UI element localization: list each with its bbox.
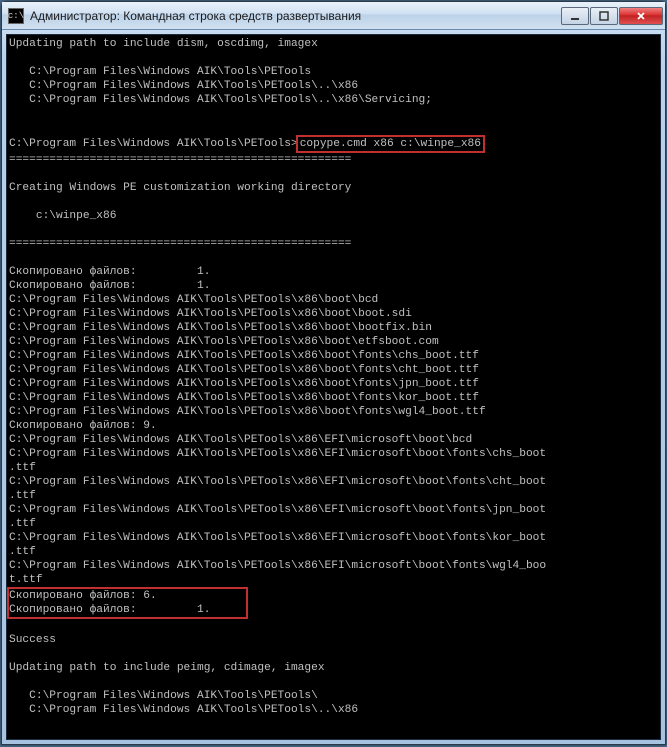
output-line: Скопировано файлов: 1. [9, 280, 210, 292]
output-line: C:\Program Files\Windows AIK\Tools\PEToo… [9, 308, 412, 320]
output-line: C:\Program Files\Windows AIK\Tools\PEToo… [9, 392, 479, 404]
close-button[interactable] [619, 7, 663, 25]
output-line: C:\Program Files\Windows AIK\Tools\PEToo… [9, 378, 479, 390]
output-line: C:\Program Files\Windows AIK\Tools\PEToo… [9, 434, 472, 446]
highlighted-copy-result: Скопировано файлов: 6. Скопировано файло… [7, 587, 248, 619]
output-line: C:\Program Files\Windows AIK\Tools\PEToo… [9, 504, 546, 516]
close-icon [636, 11, 646, 21]
terminal-output: Updating path to include dism, oscdimg, … [7, 35, 660, 740]
output-line: C:\Program Files\Windows AIK\Tools\PEToo… [9, 532, 546, 544]
output-line: ========================================… [9, 154, 351, 166]
minimize-icon [570, 11, 580, 21]
terminal-area[interactable]: Updating path to include dism, oscdimg, … [6, 34, 661, 740]
output-line: C:\Program Files\Windows AIK\Tools\PEToo… [9, 364, 479, 376]
output-line: Скопировано файлов: 6. [9, 590, 244, 602]
output-line: Updating path to include peimg, cdimage,… [9, 662, 325, 674]
output-line: C:\Program Files\Windows AIK\Tools\PEToo… [9, 560, 546, 572]
output-line: ========================================… [9, 238, 351, 250]
output-line: t.ttf [9, 574, 43, 586]
output-line: Success [9, 634, 56, 646]
output-line: C:\Program Files\Windows AIK\Tools\PEToo… [9, 294, 378, 306]
output-line: Updating path to include dism, oscdimg, … [9, 38, 318, 50]
maximize-icon [599, 11, 609, 21]
output-line: C:\Program Files\Windows AIK\Tools\PEToo… [9, 66, 311, 78]
output-line: Creating Windows PE customization workin… [9, 182, 351, 194]
output-line: C:\Program Files\Windows AIK\Tools\PEToo… [9, 80, 358, 92]
output-line: C:\Program Files\Windows AIK\Tools\PEToo… [9, 704, 358, 716]
titlebar[interactable]: c:\ Администратор: Командная строка сред… [2, 2, 665, 30]
command-prompt-window: c:\ Администратор: Командная строка сред… [1, 1, 666, 745]
maximize-button[interactable] [590, 7, 618, 25]
output-line: C:\Program Files\Windows AIK\Tools\PEToo… [9, 690, 318, 702]
prompt-path: C:\Program Files\Windows AIK\Tools\PEToo… [9, 138, 298, 150]
output-line: Скопировано файлов: 1. [9, 266, 210, 278]
output-line: C:\Program Files\Windows AIK\Tools\PEToo… [9, 476, 546, 488]
highlighted-command: copype.cmd x86 c:\winpe_x86 [296, 135, 485, 153]
output-line: C:\Program Files\Windows AIK\Tools\PEToo… [9, 350, 479, 362]
output-line: .ttf [9, 490, 36, 502]
cmd-icon: c:\ [8, 8, 24, 24]
minimize-button[interactable] [561, 7, 589, 25]
window-controls [561, 7, 663, 25]
output-line: C:\Program Files\Windows AIK\Tools\PEToo… [9, 336, 439, 348]
output-line: C:\Program Files\Windows AIK\Tools\PEToo… [9, 448, 546, 460]
output-line: .ttf [9, 518, 36, 530]
output-line: C:\Program Files\Windows AIK\Tools\PEToo… [9, 94, 432, 106]
output-line: C:\Program Files\Windows AIK\Tools\PEToo… [9, 322, 432, 334]
output-line: C:\Program Files\Windows AIK\Tools\PEToo… [9, 406, 486, 418]
window-title: Администратор: Командная строка средств … [30, 9, 561, 23]
output-line: .ttf [9, 462, 36, 474]
output-line: .ttf [9, 546, 36, 558]
output-line: c:\winpe_x86 [9, 210, 116, 222]
output-line: Скопировано файлов: 9. [9, 420, 157, 432]
output-line: Скопировано файлов: 1. [9, 604, 244, 616]
